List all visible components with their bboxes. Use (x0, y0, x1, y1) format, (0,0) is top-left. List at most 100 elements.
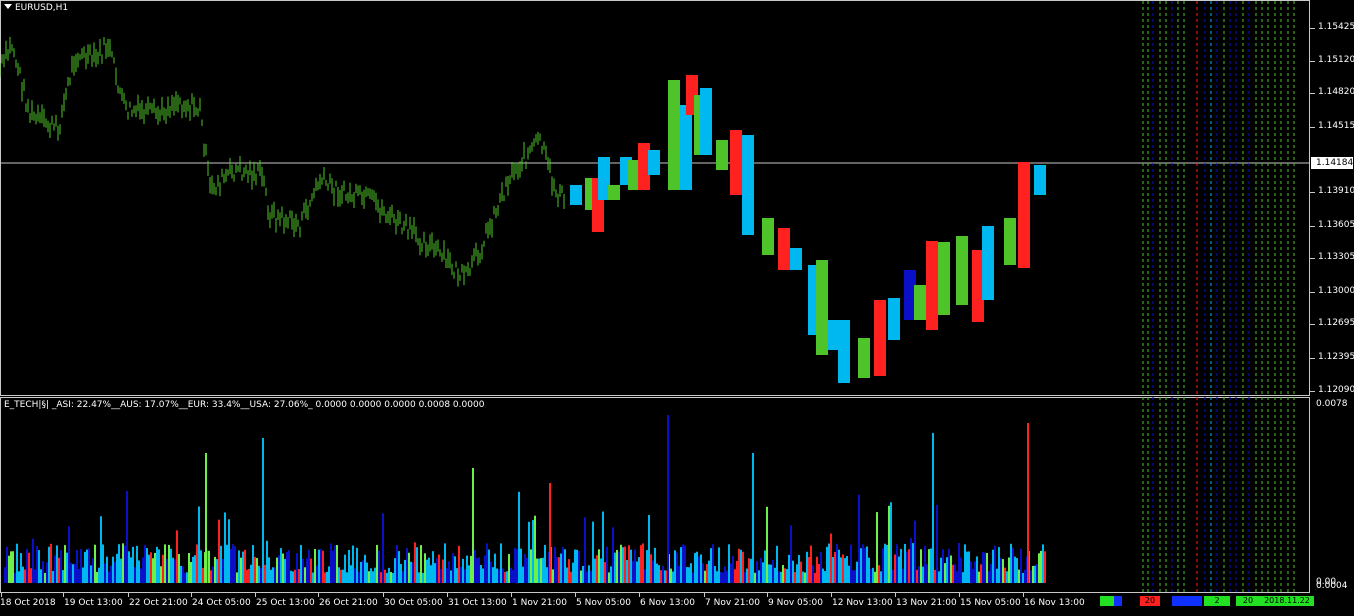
indicator-bar (958, 543, 960, 583)
candle-block (716, 140, 728, 170)
indicator-bar (188, 552, 190, 583)
time-tick (1, 593, 2, 597)
indicator-bar (386, 572, 388, 583)
chart-title[interactable]: EURUSD,H1 (4, 3, 68, 13)
indicator-bar (596, 555, 598, 583)
time-axis-label: 19 Oct 13:00 (64, 598, 123, 608)
price-axis-label: 1.15425 (1318, 22, 1354, 32)
time-axis-label: 16 Nov 13:00 (1024, 598, 1085, 608)
indicator-bar (72, 564, 74, 583)
indicator-bar (342, 569, 344, 583)
indicator-bar (794, 572, 796, 583)
indicator-bar (544, 544, 546, 583)
indicator-bar (524, 553, 526, 583)
indicator-bar (1012, 547, 1014, 583)
price-tick (1310, 324, 1315, 325)
candle-block (914, 285, 926, 320)
indicator-bar (670, 568, 672, 583)
indicator-bar (634, 549, 636, 583)
indicator-bar (570, 571, 572, 583)
indicator-bar (936, 505, 938, 583)
indicator-bar (416, 547, 418, 583)
indicator-bar (986, 552, 988, 583)
indicator-bar (36, 545, 38, 583)
indicator-bar (248, 568, 250, 583)
indicator-bar (520, 548, 522, 583)
indicator-bar (672, 571, 674, 583)
indicator-bar (116, 553, 118, 583)
indicator-bar (68, 526, 70, 583)
price-axis-label: 1.13910 (1318, 186, 1354, 196)
chart-menu-triangle-icon[interactable] (4, 4, 12, 9)
price-tick (1310, 292, 1315, 293)
indicator-bar (30, 568, 32, 583)
candle-block (648, 150, 660, 175)
indicator-bar (224, 512, 226, 583)
indicator-bar (22, 566, 24, 583)
indicator-bar (886, 545, 888, 583)
indicator-bar (876, 512, 878, 583)
indicator-bar (1020, 548, 1022, 583)
indicator-bar (880, 571, 882, 583)
indicator-bar (1018, 569, 1020, 583)
indicator-bar (1008, 557, 1010, 583)
indicator-bar (538, 558, 540, 583)
indicator-bar (792, 560, 794, 583)
indicator-bar (970, 561, 972, 583)
indicator-bar (198, 506, 200, 583)
indicator-bar (232, 544, 234, 583)
time-tick (575, 593, 576, 597)
indicator-bar (1004, 567, 1006, 583)
indicator-bar (648, 515, 650, 583)
indicator-bar (1014, 556, 1016, 583)
indicator-bar (528, 521, 530, 583)
indicator-spike (932, 433, 934, 583)
price-tick (1310, 226, 1315, 227)
current-price-label: 1.14184 (1311, 157, 1353, 169)
indicator-bar (1036, 564, 1038, 583)
indicator-bar (784, 568, 786, 583)
indicator-bar (16, 543, 18, 583)
indicator-bar (722, 572, 724, 583)
indicator-bar (90, 565, 92, 583)
indicator-bar (434, 563, 436, 583)
indicator-bar (500, 543, 502, 583)
indicator-bar (4, 567, 6, 583)
indicator-bar (426, 559, 428, 583)
indicator-bar (964, 544, 966, 583)
indicator-bar (980, 564, 982, 583)
indicator-bar (264, 564, 266, 583)
time-tick (255, 593, 256, 597)
indicator-bar (516, 549, 518, 583)
indicator-bar (172, 557, 174, 583)
indicator-bar (438, 554, 440, 583)
indicator-bar (498, 569, 500, 583)
indicator-bar (312, 572, 314, 583)
indicator-bar (530, 549, 532, 583)
indicator-bar (948, 548, 950, 583)
time-axis-label: 24 Oct 05:00 (192, 598, 251, 608)
indicator-bar (814, 572, 816, 583)
candle-block (1004, 218, 1016, 265)
indicator-bar (912, 543, 914, 583)
indicator-bar (674, 550, 676, 583)
time-axis-label: 1 Nov 21:00 (512, 598, 567, 608)
status-cell-blue-2 (1172, 596, 1202, 606)
indicator-bar (280, 548, 282, 583)
indicator-bar (944, 563, 946, 583)
indicator-bar (774, 567, 776, 583)
indicator-bar (934, 569, 936, 583)
indicator-bar (344, 554, 346, 583)
indicator-bar (628, 545, 630, 583)
price-axis-label: 1.13305 (1318, 252, 1354, 262)
status-cell-green (1100, 596, 1114, 606)
indicator-bar (178, 553, 180, 583)
indicator-bar (700, 554, 702, 583)
indicator-bar (584, 517, 586, 583)
indicator-bar (702, 563, 704, 583)
indicator-bar (436, 558, 438, 583)
indicator-bar (214, 556, 216, 583)
indicator-bar (14, 572, 16, 583)
indicator-bar (694, 553, 696, 583)
indicator-bar (142, 557, 144, 583)
